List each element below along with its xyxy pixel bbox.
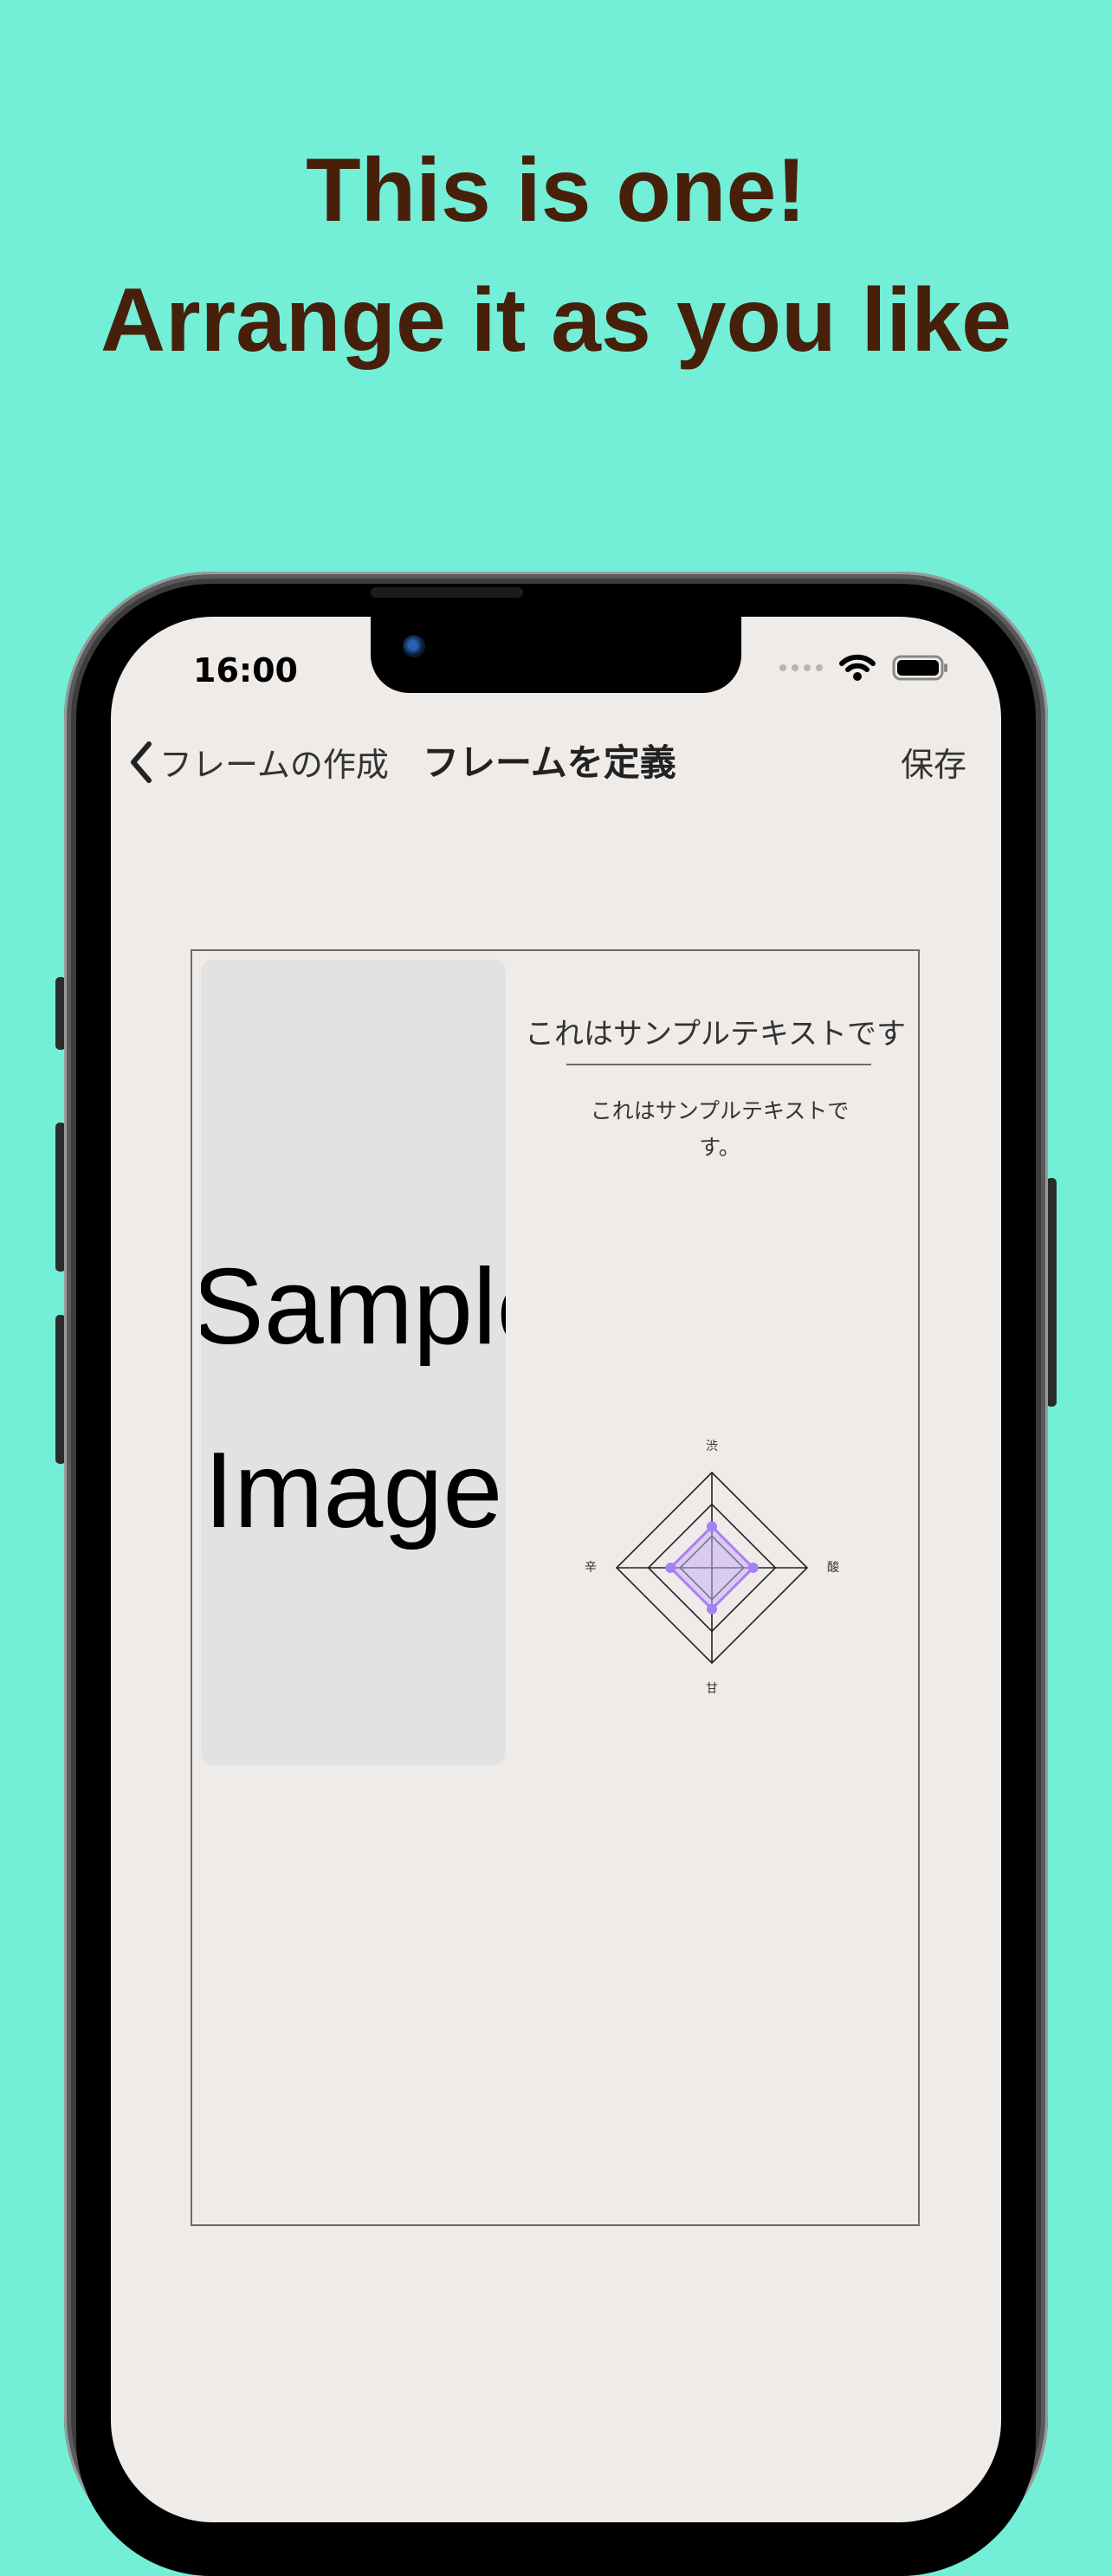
- status-icons: [779, 653, 949, 683]
- camera-notch: [371, 617, 741, 693]
- radar-series-area: [669, 1524, 755, 1611]
- cellular-dots-icon: [779, 664, 823, 671]
- radar-axis-label: 甘: [706, 1682, 718, 1696]
- promo-headline-line1: This is one!: [306, 140, 806, 241]
- radar-point-2: [747, 1563, 759, 1573]
- image-placeholder-line2: Image: [204, 1431, 503, 1550]
- image-placeholder-line1: Sample: [201, 1247, 506, 1367]
- title-divider: [566, 1064, 871, 1065]
- radar-point-4: [665, 1563, 676, 1573]
- image-placeholder[interactable]: Sample Image: [201, 960, 506, 1765]
- save-button[interactable]: 保存: [901, 738, 967, 786]
- radar-axis-label: 渋: [706, 1440, 718, 1453]
- frame-title-text[interactable]: これはサンプルテキストです: [525, 1010, 923, 1052]
- wifi-icon: [839, 654, 876, 681]
- back-button[interactable]: フレームの作成: [126, 738, 389, 786]
- chevron-left-icon: [131, 741, 152, 783]
- radar-point-1: [707, 1521, 717, 1532]
- status-time: 16:00: [193, 651, 298, 689]
- radar-axis-label: 辛: [585, 1561, 597, 1575]
- frame-canvas: Sample Image これはサンプルテキストです これはサンプルテキストです…: [191, 949, 920, 2226]
- front-camera: [403, 635, 425, 657]
- promo-headline-line2: Arrange it as you like: [100, 270, 1012, 371]
- back-button-label: フレームの作成: [159, 746, 389, 784]
- nav-title: フレームを定義: [423, 741, 676, 784]
- radar-point-3: [707, 1603, 717, 1615]
- radar-chart[interactable]: 渋酸甘 辛: [573, 1429, 850, 1706]
- battery-icon: [892, 655, 947, 681]
- radar-axis-label: 酸: [827, 1561, 839, 1575]
- earpiece-speaker: [371, 587, 523, 598]
- phone-screen: 16:00 フレームの作成 フレームを定義 保存 Sample Image これ…: [111, 617, 1001, 2522]
- frame-body-text[interactable]: これはサンプルテキストです。: [579, 1093, 861, 1166]
